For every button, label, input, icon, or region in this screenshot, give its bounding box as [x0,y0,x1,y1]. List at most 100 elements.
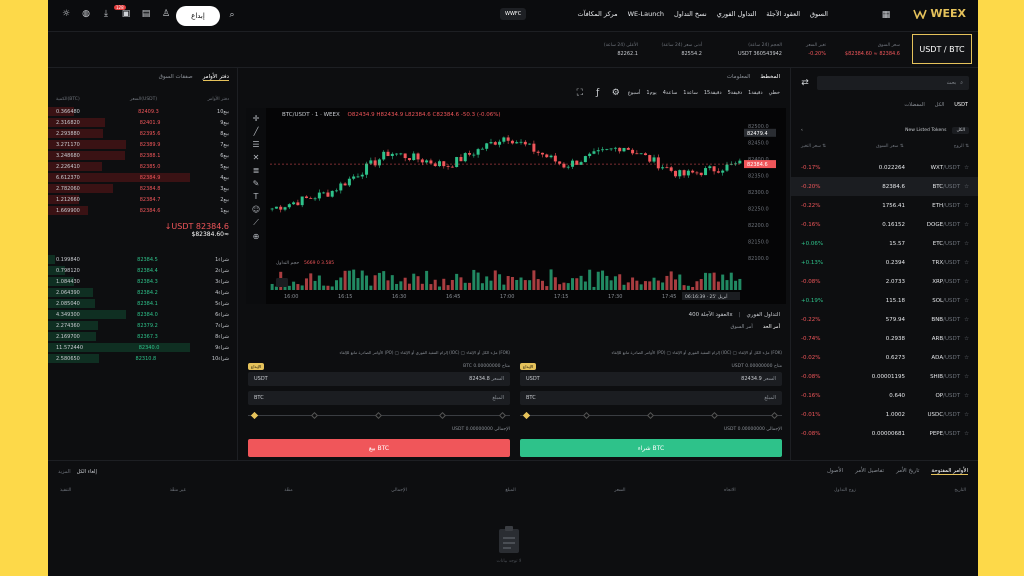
slider-stop[interactable] [522,411,531,420]
favorite-star-icon[interactable]: ☆ [964,298,969,304]
bid-row[interactable]: 2.064390 82384.2 شراء4 [48,287,237,298]
market-row[interactable]: -0.16% 0.640 OP/USDT ☆ [791,386,978,405]
market-row[interactable]: -0.01% 1.0002 USDC/USDT ☆ [791,405,978,424]
ask-row[interactable]: 2.293880 82395.6 بيع8 [48,128,237,139]
market-row[interactable]: -0.17% 0.022264 WXT/USDT ☆ [791,158,978,177]
tab-order-history[interactable]: تاريخ الأمر [896,468,919,475]
market-row[interactable]: -0.08% 0.00001195 SHIB/USDT ☆ [791,367,978,386]
tab-chart[interactable]: المخطط [760,74,780,80]
nav-we-launch[interactable]: WE-Launch [628,10,664,18]
slider-stop[interactable] [646,411,655,420]
market-row[interactable]: -0.22% 579.94 BNB/USDT ☆ [791,310,978,329]
indicator-icon[interactable]: ƒ [592,87,604,99]
buy-price-input[interactable]: USDT 82434.9 السعر [520,372,782,386]
tab-order-details[interactable]: تفاصيل الأمر [855,468,884,475]
sell-button[interactable]: بيع BTC [248,439,510,457]
market-row[interactable]: -0.74% 0.2938 ARB/USDT ☆ [791,329,978,348]
bid-row[interactable]: 11.572440 82340.0 شراء9 [48,342,237,353]
settings-gear-icon[interactable]: ⚙ [610,87,622,99]
tab-market-order[interactable]: أمر السوق [731,324,753,330]
user-icon[interactable]: ♙ [160,8,172,20]
pair-selector[interactable]: USDT / BTC [912,34,972,64]
ask-row[interactable]: 3.248680 82388.1 بيع6 [48,150,237,161]
deposit-button[interactable]: الإيداع [520,362,537,370]
market-row[interactable]: +0.13% 0.2394 TRX/USDT ☆ [791,253,978,272]
bid-row[interactable]: 4.349300 82384.0 شراء6 [48,309,237,320]
filter-new-listed[interactable]: New Listed Tokens [905,128,946,133]
slider-stop[interactable] [250,411,259,420]
price-chart[interactable]: 82500.0 82450.0 82400.0 82350.0 82300.0 82250… [246,108,786,304]
market-row[interactable]: -0.08% 2.0733 XRP/USDT ☆ [791,272,978,291]
tf-4h[interactable]: 4ساعة [663,90,678,96]
ask-row[interactable]: 0.366480 82409.3 بيع10 [48,106,237,117]
wwfc-banner[interactable]: WWFC [500,8,527,20]
favorite-star-icon[interactable]: ☆ [964,336,969,342]
tf-5m[interactable]: 5دقيقة [728,90,743,96]
bid-row[interactable]: 0.798120 82384.4 شراء2 [48,265,237,276]
breadcrumb-futures[interactable]: العقود الآجلة 400x [689,312,733,318]
tab-assets[interactable]: الأصول [827,468,843,475]
tf-1m[interactable]: 1دقيقة [748,90,763,96]
ruler-icon[interactable]: ⟋ [253,218,259,228]
ask-row[interactable]: 1.669900 82384.6 بيع1 [48,205,237,216]
bid-row[interactable]: 2.085040 82384.1 شراء5 [48,298,237,309]
tf-1h[interactable]: 1ساعة [683,90,698,96]
tab-market-trades[interactable]: صفقات السوق [159,74,193,81]
favorite-star-icon[interactable]: ☆ [964,184,969,190]
col-price[interactable]: سعر السوق ⇅ [876,144,904,149]
tf-week[interactable]: أسبوع [628,90,641,96]
horizontal-lines-icon[interactable]: ☰ [252,140,259,149]
globe-icon[interactable]: ◍ [80,8,92,20]
pattern-icon[interactable]: ✕ [253,153,260,162]
chevron-left-icon[interactable]: ‹ [801,128,803,133]
slider-stop[interactable] [710,411,719,420]
tab-open-orders[interactable]: الأوامر المفتوحة [931,468,968,475]
breadcrumb-spot[interactable]: التداول الفوري [747,312,780,318]
signup-button[interactable]: إبداع [176,6,220,26]
market-row[interactable]: -0.08% 0.00000681 PEPE/USDT ☆ [791,424,978,443]
bid-row[interactable]: 1.084430 82384.3 شراء3 [48,276,237,287]
tab-all[interactable]: الكل [935,102,944,108]
buy-amount-input[interactable]: BTC المبلغ [520,391,782,405]
favorite-star-icon[interactable]: ☆ [964,222,969,228]
favorite-star-icon[interactable]: ☆ [964,431,969,437]
slider-stop[interactable] [374,411,383,420]
bid-row[interactable]: 2.169700 82367.3 شراء8 [48,331,237,342]
search-icon[interactable]: ⌕ [226,9,238,21]
sell-price-input[interactable]: USDT 82434.8 السعر [248,372,510,386]
text-tool-icon[interactable]: T [254,192,259,201]
ask-row[interactable]: 2.316820 82401.9 بيع9 [48,117,237,128]
swap-icon[interactable]: ⇄ [799,77,811,89]
slider-stop[interactable] [770,411,779,420]
favorite-star-icon[interactable]: ☆ [964,241,969,247]
market-row[interactable]: -0.02% 0.6273 ADA/USDT ☆ [791,348,978,367]
favorite-star-icon[interactable]: ☆ [964,203,969,209]
market-row[interactable]: -0.22% 1756.41 ETH/USDT ☆ [791,196,978,215]
ask-row[interactable]: 1.212660 82384.7 بيع2 [48,194,237,205]
tab-usdt[interactable]: USDT [954,102,968,108]
favorite-star-icon[interactable]: ☆ [964,260,969,266]
buy-slider[interactable] [520,410,782,420]
favorite-star-icon[interactable]: ☆ [964,355,969,361]
market-row[interactable]: +0.06% 15.57 ETC/USDT ☆ [791,234,978,253]
tab-info[interactable]: المعلومات [727,74,751,80]
theme-sun-icon[interactable]: ☼ [60,8,72,20]
crosshair-icon[interactable]: ✛ [253,114,260,123]
market-row[interactable]: +0.19% 115.18 SOL/USDT ☆ [791,291,978,310]
col-change[interactable]: سعر التغير ⇅ [801,144,826,149]
zoom-icon[interactable]: ⊕ [253,232,260,241]
slider-stop[interactable] [438,411,447,420]
ask-row[interactable]: 3.271170 82389.9 بيع7 [48,139,237,150]
tab-limit-order[interactable]: أمر الحد [763,324,780,330]
trendline-icon[interactable]: ╱ [254,127,259,136]
nav-spot[interactable]: التداول الفوري [717,10,757,18]
sell-slider[interactable] [248,410,510,420]
more-link[interactable]: المزيد [58,469,71,475]
favorite-star-icon[interactable]: ☆ [964,279,969,285]
buy-button[interactable]: شراء BTC [520,439,782,457]
deposit-button[interactable]: الإيداع [248,362,265,370]
sell-amount-input[interactable]: BTC المبلغ [248,391,510,405]
tab-favorites[interactable]: المفضلات [904,102,924,108]
slider-stop[interactable] [582,411,591,420]
nav-copy-trading[interactable]: نسخ التداول [674,10,707,18]
